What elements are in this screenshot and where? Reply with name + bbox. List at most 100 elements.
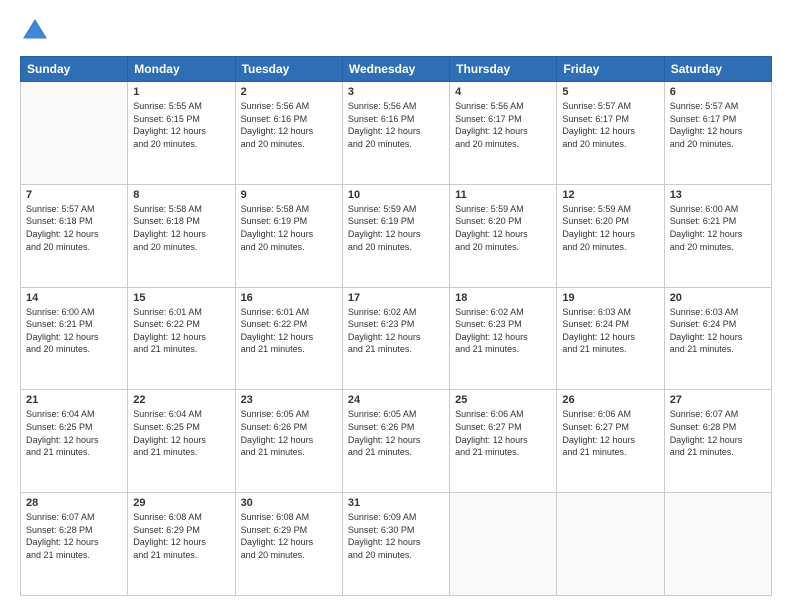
calendar-cell: 17 Sunrise: 6:02 AM Sunset: 6:23 PM Dayli… [342,287,449,390]
page: SundayMondayTuesdayWednesdayThursdayFrid… [0,0,792,612]
day-info: Sunrise: 5:59 AM Sunset: 6:19 PM Dayligh… [348,203,444,253]
calendar-cell: 1 Sunrise: 5:55 AM Sunset: 6:15 PM Daylig… [128,82,235,185]
day-number: 19 [562,292,658,304]
day-info: Sunrise: 6:05 AM Sunset: 6:26 PM Dayligh… [348,408,444,458]
day-info: Sunrise: 6:05 AM Sunset: 6:26 PM Dayligh… [241,408,337,458]
calendar-cell: 26 Sunrise: 6:06 AM Sunset: 6:27 PM Dayli… [557,390,664,493]
day-number: 30 [241,497,337,509]
day-info: Sunrise: 5:56 AM Sunset: 6:17 PM Dayligh… [455,100,551,150]
day-info: Sunrise: 6:03 AM Sunset: 6:24 PM Dayligh… [562,306,658,356]
calendar-cell: 14Sunrise: 6:00 AM Sunset: 6:21 PM Dayli… [21,287,128,390]
weekday-header-tuesday: Tuesday [235,57,342,82]
calendar-cell: 29 Sunrise: 6:08 AM Sunset: 6:29 PM Dayli… [128,493,235,596]
calendar-cell: 11 Sunrise: 5:59 AM Sunset: 6:20 PM Dayli… [450,184,557,287]
calendar-cell [21,82,128,185]
calendar-cell: 22 Sunrise: 6:04 AM Sunset: 6:25 PM Dayli… [128,390,235,493]
day-info: Sunrise: 6:07 AM Sunset: 6:28 PM Dayligh… [26,511,122,561]
day-info: Sunrise: 5:56 AM Sunset: 6:16 PM Dayligh… [241,100,337,150]
calendar-cell [557,493,664,596]
day-info: Sunrise: 5:59 AM Sunset: 6:20 PM Dayligh… [562,203,658,253]
calendar-cell: 13Sunrise: 6:00 AM Sunset: 6:21 PM Dayli… [664,184,771,287]
calendar-cell: 31 Sunrise: 6:09 AM Sunset: 6:30 PM Dayli… [342,493,449,596]
day-number: 12 [562,189,658,201]
day-number: 8 [133,189,229,201]
calendar-cell: 24 Sunrise: 6:05 AM Sunset: 6:26 PM Dayli… [342,390,449,493]
weekday-header-sunday: Sunday [21,57,128,82]
weekday-header-saturday: Saturday [664,57,771,82]
day-info: Sunrise: 5:57 AM Sunset: 6:18 PM Dayligh… [26,203,122,253]
logo-icon [20,16,50,46]
day-info: Sunrise: 6:02 AM Sunset: 6:23 PM Dayligh… [455,306,551,356]
day-number: 18 [455,292,551,304]
day-info: Sunrise: 6:00 AM Sunset: 6:21 PM Dayligh… [670,203,766,253]
calendar-cell: 18 Sunrise: 6:02 AM Sunset: 6:23 PM Dayli… [450,287,557,390]
calendar-cell: 30 Sunrise: 6:08 AM Sunset: 6:29 PM Dayli… [235,493,342,596]
day-number: 25 [455,394,551,406]
day-number: 17 [348,292,444,304]
day-number: 29 [133,497,229,509]
day-number: 24 [348,394,444,406]
day-info: Sunrise: 6:08 AM Sunset: 6:29 PM Dayligh… [241,511,337,561]
header [20,16,772,46]
calendar-cell: 4 Sunrise: 5:56 AM Sunset: 6:17 PM Daylig… [450,82,557,185]
day-number: 7 [26,189,122,201]
day-info: Sunrise: 6:09 AM Sunset: 6:30 PM Dayligh… [348,511,444,561]
day-number: 26 [562,394,658,406]
calendar-cell: 9 Sunrise: 5:58 AM Sunset: 6:19 PM Daylig… [235,184,342,287]
day-info: Sunrise: 6:08 AM Sunset: 6:29 PM Dayligh… [133,511,229,561]
calendar-cell: 15 Sunrise: 6:01 AM Sunset: 6:22 PM Dayli… [128,287,235,390]
day-info: Sunrise: 6:03 AM Sunset: 6:24 PM Dayligh… [670,306,766,356]
day-number: 5 [562,86,658,98]
day-number: 22 [133,394,229,406]
calendar-week-3: 14Sunrise: 6:00 AM Sunset: 6:21 PM Dayli… [21,287,772,390]
day-info: Sunrise: 6:04 AM Sunset: 6:25 PM Dayligh… [26,408,122,458]
calendar-cell: 16 Sunrise: 6:01 AM Sunset: 6:22 PM Dayli… [235,287,342,390]
day-number: 21 [26,394,122,406]
calendar-cell [664,493,771,596]
calendar-cell: 21 Sunrise: 6:04 AM Sunset: 6:25 PM Dayli… [21,390,128,493]
day-number: 1 [133,86,229,98]
weekday-header-friday: Friday [557,57,664,82]
day-info: Sunrise: 6:07 AM Sunset: 6:28 PM Dayligh… [670,408,766,458]
calendar-cell: 27 Sunrise: 6:07 AM Sunset: 6:28 PM Dayli… [664,390,771,493]
day-number: 14 [26,292,122,304]
calendar-cell: 2Sunrise: 5:56 AM Sunset: 6:16 PM Daylig… [235,82,342,185]
day-info: Sunrise: 5:58 AM Sunset: 6:18 PM Dayligh… [133,203,229,253]
day-number: 16 [241,292,337,304]
day-info: Sunrise: 6:06 AM Sunset: 6:27 PM Dayligh… [455,408,551,458]
day-info: Sunrise: 6:01 AM Sunset: 6:22 PM Dayligh… [133,306,229,356]
day-number: 11 [455,189,551,201]
day-info: Sunrise: 6:01 AM Sunset: 6:22 PM Dayligh… [241,306,337,356]
calendar-cell: 5 Sunrise: 5:57 AM Sunset: 6:17 PM Daylig… [557,82,664,185]
day-info: Sunrise: 6:02 AM Sunset: 6:23 PM Dayligh… [348,306,444,356]
day-info: Sunrise: 5:57 AM Sunset: 6:17 PM Dayligh… [670,100,766,150]
day-info: Sunrise: 5:57 AM Sunset: 6:17 PM Dayligh… [562,100,658,150]
calendar-table: SundayMondayTuesdayWednesdayThursdayFrid… [20,56,772,596]
calendar-week-4: 21 Sunrise: 6:04 AM Sunset: 6:25 PM Dayli… [21,390,772,493]
calendar-cell: 20Sunrise: 6:03 AM Sunset: 6:24 PM Dayli… [664,287,771,390]
weekday-header-monday: Monday [128,57,235,82]
weekday-header-wednesday: Wednesday [342,57,449,82]
day-number: 27 [670,394,766,406]
calendar-cell: 3Sunrise: 5:56 AM Sunset: 6:16 PM Daylig… [342,82,449,185]
calendar-week-5: 28Sunrise: 6:07 AM Sunset: 6:28 PM Dayli… [21,493,772,596]
day-number: 4 [455,86,551,98]
calendar-cell: 8 Sunrise: 5:58 AM Sunset: 6:18 PM Daylig… [128,184,235,287]
calendar-cell: 12 Sunrise: 5:59 AM Sunset: 6:20 PM Dayli… [557,184,664,287]
day-info: Sunrise: 6:04 AM Sunset: 6:25 PM Dayligh… [133,408,229,458]
calendar-cell: 7 Sunrise: 5:57 AM Sunset: 6:18 PM Daylig… [21,184,128,287]
day-info: Sunrise: 6:06 AM Sunset: 6:27 PM Dayligh… [562,408,658,458]
calendar-week-1: 1 Sunrise: 5:55 AM Sunset: 6:15 PM Daylig… [21,82,772,185]
day-number: 31 [348,497,444,509]
day-info: Sunrise: 5:55 AM Sunset: 6:15 PM Dayligh… [133,100,229,150]
day-info: Sunrise: 5:59 AM Sunset: 6:20 PM Dayligh… [455,203,551,253]
day-number: 23 [241,394,337,406]
calendar-cell: 6 Sunrise: 5:57 AM Sunset: 6:17 PM Daylig… [664,82,771,185]
calendar-cell: 19 Sunrise: 6:03 AM Sunset: 6:24 PM Dayli… [557,287,664,390]
calendar-header-row: SundayMondayTuesdayWednesdayThursdayFrid… [21,57,772,82]
day-info: Sunrise: 5:58 AM Sunset: 6:19 PM Dayligh… [241,203,337,253]
day-number: 6 [670,86,766,98]
day-number: 9 [241,189,337,201]
calendar-cell: 25 Sunrise: 6:06 AM Sunset: 6:27 PM Dayli… [450,390,557,493]
day-number: 15 [133,292,229,304]
